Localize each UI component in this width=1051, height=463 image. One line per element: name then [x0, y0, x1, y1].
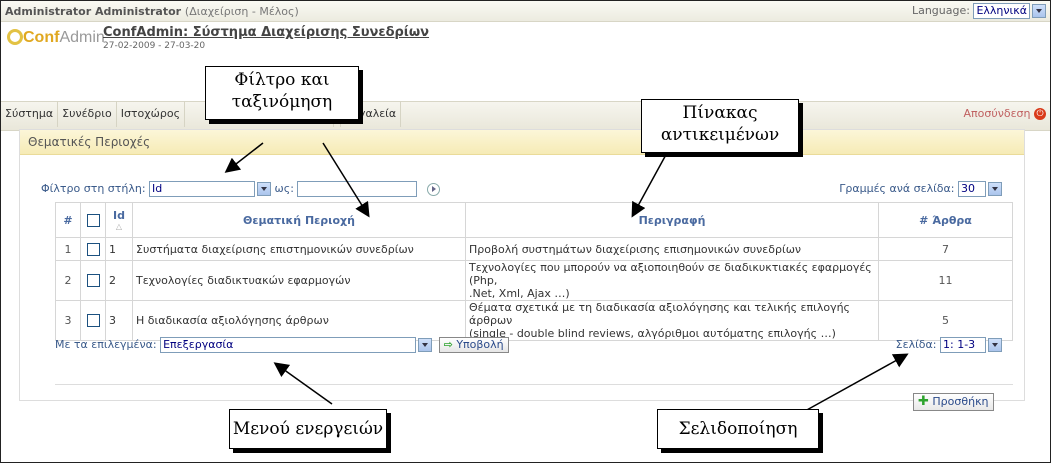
- app-window: Administrator Administrator (Διαχείριση …: [0, 0, 1051, 463]
- arrow-actions: [273, 362, 333, 405]
- callout-objects-table-line1: Πίνακας: [682, 103, 758, 123]
- arrow-sort: [322, 142, 370, 218]
- arrow-table: [631, 150, 669, 218]
- callout-filter-sort-line2: ταξινόμηση: [231, 92, 333, 112]
- callout-actions-menu: Μενού ενεργειών: [229, 409, 387, 449]
- callout-arrows: [224, 142, 909, 412]
- arrow-filter: [224, 142, 264, 173]
- arrow-pagination: [804, 353, 909, 412]
- callout-pagination: Σελιδοποίηση: [657, 409, 819, 449]
- callout-objects-table: Πίνακας αντικειμένων: [641, 99, 799, 153]
- callout-filter-sort-line1: Φίλτρο και: [234, 70, 330, 90]
- callout-objects-table-line2: αντικειμένων: [660, 125, 780, 145]
- callout-filter-sort: Φίλτρο και ταξινόμηση: [205, 66, 359, 120]
